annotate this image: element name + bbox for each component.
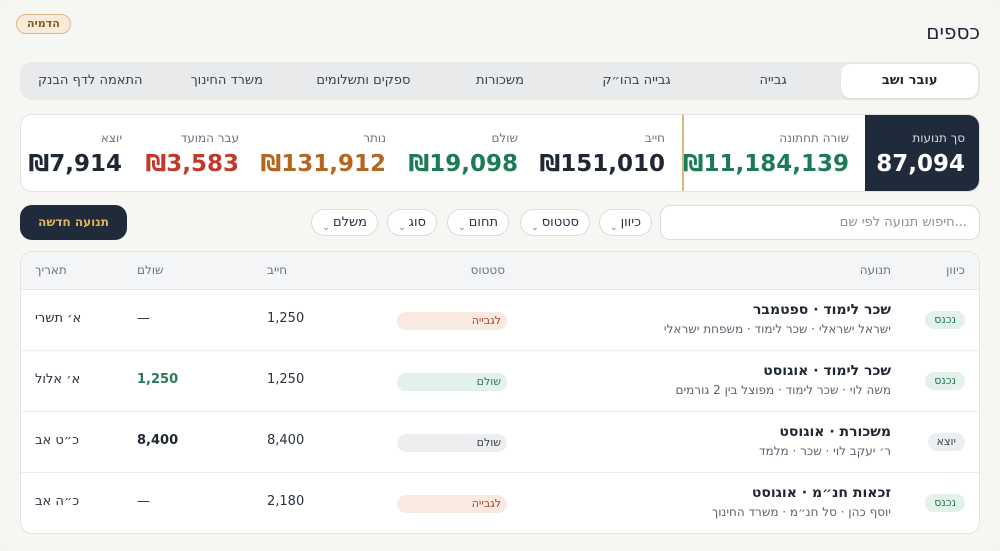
direction-badge: נכנס <box>925 311 965 329</box>
row-owed: 1,250 <box>267 372 305 387</box>
tab-education-ministry[interactable]: משרד החינוך <box>159 64 296 98</box>
new-transaction-button[interactable]: תנועה חדשה <box>20 205 127 240</box>
row-date: א׳ אלול <box>35 372 81 387</box>
stat-total: סך תנועות 87,094 <box>865 115 979 191</box>
chevron-down-icon: ⌄ <box>322 223 330 233</box>
row-paid: 1,250 <box>137 372 179 387</box>
table-row[interactable]: נכנס זכאות חנ״מ · אוגוסט יוסף כהן · סל ח… <box>21 473 979 533</box>
stat-outgoing-label: יוצא <box>100 131 122 145</box>
stat-paid-value: ₪19,098 <box>408 151 518 177</box>
chevron-down-icon: ⌄ <box>458 223 466 233</box>
row-date: כ״ה אב <box>35 494 80 509</box>
header-direction: כיוון <box>946 263 965 277</box>
tab-direct-debit[interactable]: גבייה בהו״ק <box>568 64 705 98</box>
status-badge: שולם <box>397 373 507 391</box>
stat-bottom-line: שורה תחתונה ₪11,184,139 <box>683 131 849 177</box>
stat-owed-value: ₪151,010 <box>539 151 665 177</box>
row-title: שכר לימוד · אוגוסט <box>763 363 891 379</box>
stat-outgoing-value: ₪7,914 <box>28 151 122 177</box>
finance-tabs: עובר ושב גבייה גבייה בהו״ק משכורות ספקים… <box>20 62 980 100</box>
chevron-down-icon: ⌄ <box>610 223 618 233</box>
direction-badge: נכנס <box>925 494 965 512</box>
stat-bottom-line-label: שורה תחתונה <box>779 131 849 145</box>
stat-paid-label: שולם <box>491 131 518 145</box>
row-paid: 8,400 <box>137 433 179 448</box>
header-owed: חייב <box>267 263 288 277</box>
table-header: כיוון תנועה סטטוס חייב שולם תאריך <box>21 252 979 290</box>
filter-direction[interactable]: ⌄ כיוון <box>599 209 652 236</box>
search-input[interactable]: חיפוש תנועה לפי שם... <box>660 205 980 240</box>
status-badge: לגבייה <box>397 312 507 330</box>
filter-payer[interactable]: ⌄ משלם <box>311 209 378 236</box>
table-row[interactable]: נכנס שכר לימוד · ספטמבר ישראל ישראלי · ש… <box>21 290 979 351</box>
stats-divider <box>682 115 684 191</box>
row-subtitle: ישראל ישראלי · שכר לימוד · משפחת ישראלי <box>663 322 891 336</box>
direction-badge: נכנס <box>925 372 965 390</box>
row-title: משכורת · אוגוסט <box>779 424 891 440</box>
stat-owed: חייב ₪151,010 <box>539 131 665 177</box>
row-title: שכר לימוד · ספטמבר <box>752 302 891 318</box>
tab-bank-reconciliation[interactable]: התאמה לדף הבנק <box>22 64 159 98</box>
tab-suppliers[interactable]: ספקים ותשלומים <box>295 64 432 98</box>
filter-type[interactable]: ⌄ סוג <box>387 209 437 236</box>
stats-bar: סך תנועות 87,094 שורה תחתונה ₪11,184,139… <box>20 114 980 192</box>
status-badge: לגבייה <box>397 495 507 513</box>
header-movement: תנועה <box>859 263 891 277</box>
transactions-table: כיוון תנועה סטטוס חייב שולם תאריך נכנס ש… <box>20 251 980 534</box>
stat-total-value: 87,094 <box>876 151 965 177</box>
row-paid: — <box>137 494 150 509</box>
demo-badge: הדמיה <box>16 14 71 34</box>
stat-total-label: סך תנועות <box>912 131 965 145</box>
direction-badge: יוצא <box>927 433 965 451</box>
stat-overdue: עבר המועד ₪3,583 <box>145 131 239 177</box>
tab-salaries[interactable]: משכורות <box>432 64 569 98</box>
row-owed: 8,400 <box>267 433 305 448</box>
filter-status[interactable]: ⌄ סטטוס <box>520 209 590 236</box>
page-title: כספים <box>926 20 980 44</box>
row-date: כ״ט אב <box>35 433 80 448</box>
row-owed: 1,250 <box>267 311 305 326</box>
stat-overdue-label: עבר המועד <box>180 131 239 145</box>
filter-payer-label: משלם <box>332 215 367 230</box>
tab-transactions[interactable]: עובר ושב <box>841 64 978 98</box>
tab-collection[interactable]: גבייה <box>705 64 842 98</box>
header-date: תאריך <box>35 263 67 277</box>
stat-bottom-line-value: ₪11,184,139 <box>682 151 849 177</box>
row-owed: 2,180 <box>267 494 305 509</box>
row-paid: — <box>137 311 150 326</box>
header-status: סטטוס <box>470 263 505 277</box>
chevron-down-icon: ⌄ <box>398 223 406 233</box>
stat-paid: שולם ₪19,098 <box>408 131 518 177</box>
filter-direction-label: כיוון <box>620 215 641 230</box>
row-title: זכאות חנ״מ · אוגוסט <box>751 485 891 501</box>
row-subtitle: משה לוי · שכר לימוד · מפוצל בין 2 גורמים <box>675 383 892 397</box>
stat-owed-label: חייב <box>644 131 665 145</box>
row-subtitle: ר׳ יעקב לוי · שכר · מלמד <box>759 444 891 458</box>
chevron-down-icon: ⌄ <box>531 223 539 233</box>
filter-type-label: סוג <box>408 215 426 230</box>
finance-page: הדמיה כספים עובר ושב גבייה גבייה בהו״ק מ… <box>0 0 1000 551</box>
stat-remaining-value: ₪131,912 <box>260 151 386 177</box>
status-badge: שולם <box>397 434 507 452</box>
filter-domain-label: תחום <box>468 215 498 230</box>
header-paid: שולם <box>137 263 164 277</box>
table-row[interactable]: יוצא משכורת · אוגוסט ר׳ יעקב לוי · שכר ·… <box>21 412 979 473</box>
filter-status-label: סטטוס <box>541 215 579 230</box>
row-date: א׳ תשרי <box>35 311 82 326</box>
stat-remaining: נותר ₪131,912 <box>260 131 386 177</box>
stat-overdue-value: ₪3,583 <box>145 151 239 177</box>
stat-outgoing: יוצא ₪7,914 <box>28 131 122 177</box>
filter-domain[interactable]: ⌄ תחום <box>447 209 509 236</box>
stat-remaining-label: נותר <box>363 131 386 145</box>
row-subtitle: יוסף כהן · סל חנ״מ · משרד החינוך <box>711 505 891 519</box>
table-row[interactable]: נכנס שכר לימוד · אוגוסט משה לוי · שכר לי… <box>21 351 979 412</box>
